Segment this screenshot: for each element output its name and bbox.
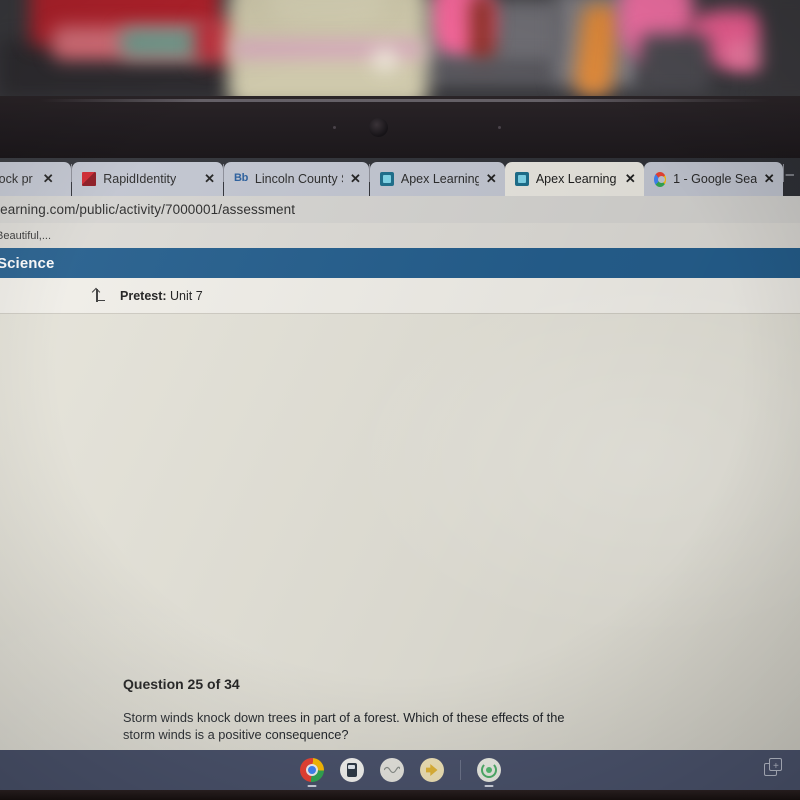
calculator-icon[interactable] xyxy=(339,758,364,782)
browser-tab-google-search[interactable]: 1 - Google Search ✕ xyxy=(643,162,783,196)
browser-address-bar[interactable]: learning.com/public/activity/7000001/ass… xyxy=(0,196,800,223)
bezel-sensor-left-icon xyxy=(333,126,336,129)
question-counter: Question 25 of 34 xyxy=(123,676,240,692)
page-title: Science xyxy=(0,254,55,272)
tab-close-icon[interactable]: ✕ xyxy=(764,171,775,187)
tab-close-icon[interactable]: ✕ xyxy=(350,171,361,187)
gold-app-icon[interactable] xyxy=(419,758,444,782)
breadcrumb-label-bold: Pretest: xyxy=(120,288,167,303)
apex-learning-icon xyxy=(379,172,394,186)
tab-title: 1 - Google Search xyxy=(673,172,757,186)
taskbar-separator xyxy=(459,760,461,780)
browser-tab-apex-learning-course[interactable]: Apex Learning - Co ✕ xyxy=(504,162,644,196)
tab-close-icon[interactable]: ✕ xyxy=(204,171,215,187)
question-prompt: Storm winds knock down trees in part of … xyxy=(123,710,565,742)
app-header: Science xyxy=(0,248,800,278)
tab-close-icon[interactable]: ✕ xyxy=(486,171,497,187)
laptop-base xyxy=(0,790,800,800)
assessment-content: Question 25 of 34 Storm winds knock down… xyxy=(0,314,800,750)
window-overview-icon[interactable]: + xyxy=(764,758,788,782)
bezel-highlight xyxy=(40,99,770,102)
waveform-icon[interactable] xyxy=(379,758,404,782)
tab-title: Apex Learning - Co xyxy=(535,172,618,186)
tab-title: unlock pr xyxy=(0,172,33,186)
browser-tab-unlock[interactable]: unlock pr ✕ xyxy=(0,162,72,196)
tab-title: RapidIdentity xyxy=(103,172,177,186)
tab-close-icon[interactable]: ✕ xyxy=(43,171,54,187)
new-tab-button[interactable]: – xyxy=(784,166,800,189)
google-icon xyxy=(653,171,667,187)
browser-tab-apex-learning[interactable]: Apex Learning ✕ xyxy=(369,162,505,196)
chrome-icon[interactable] xyxy=(299,758,324,787)
breadcrumb-label: Pretest: Unit 7 xyxy=(120,289,203,303)
webcam-icon xyxy=(369,118,388,137)
photo-of-laptop-screen: unlock pr ✕ RapidIdentity ✕ Bb Lincoln C… xyxy=(0,0,800,800)
browser-tab-strip: unlock pr ✕ RapidIdentity ✕ Bb Lincoln C… xyxy=(0,158,800,196)
browser-tab-rapididentity[interactable]: RapidIdentity ✕ xyxy=(72,162,224,196)
background-room-blur xyxy=(0,0,800,96)
browser-tab-lincoln-county[interactable]: Bb Lincoln County Sc ✕ xyxy=(224,162,369,196)
up-level-icon[interactable] xyxy=(90,287,106,304)
bookmarks-bar: Beautiful,... xyxy=(0,223,800,248)
bookmark-item[interactable]: Beautiful,... xyxy=(0,230,51,242)
tab-title: Apex Learning xyxy=(400,172,479,186)
url-text: learning.com/public/activity/7000001/ass… xyxy=(0,202,296,217)
rapididentity-icon xyxy=(82,172,97,186)
laptop-screen: unlock pr ✕ RapidIdentity ✕ Bb Lincoln C… xyxy=(0,158,800,750)
apex-learning-icon xyxy=(514,172,529,186)
blackboard-icon: Bb xyxy=(234,172,248,184)
tab-title: Lincoln County Sc xyxy=(254,172,343,186)
breadcrumb-label-unit: Unit 7 xyxy=(170,288,203,303)
green-circle-icon[interactable] xyxy=(476,758,501,787)
taskbar xyxy=(0,750,800,790)
breadcrumb[interactable]: Pretest: Unit 7 xyxy=(0,278,800,314)
laptop-bezel xyxy=(0,96,800,158)
bezel-sensor-right-icon xyxy=(498,126,501,129)
tab-close-icon[interactable]: ✕ xyxy=(625,171,636,187)
